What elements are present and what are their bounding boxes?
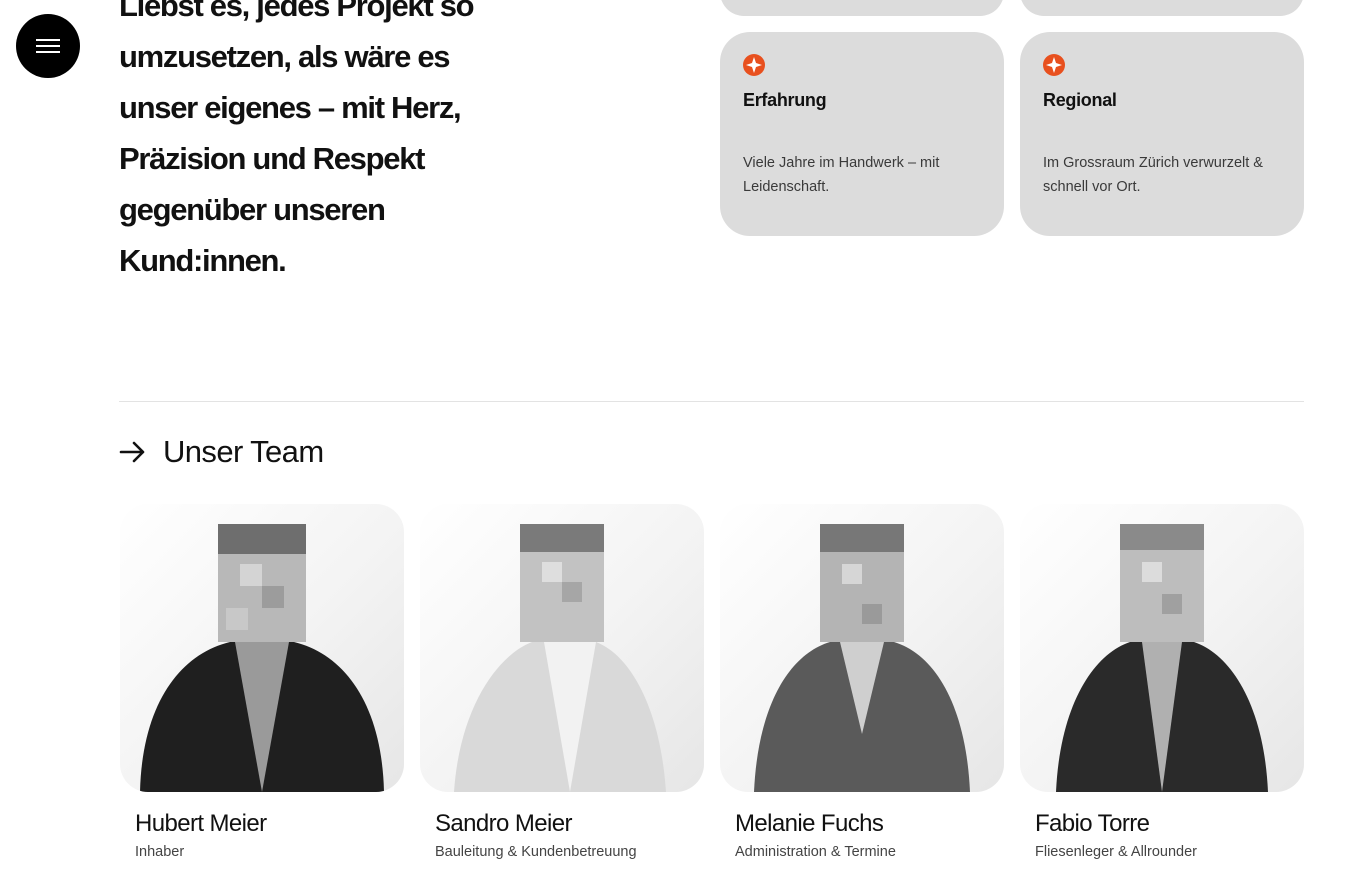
team-heading-text: Unser Team <box>163 434 324 469</box>
feature-card-erfahrung: Erfahrung Viele Jahre im Handwerk – mit … <box>720 32 1004 236</box>
intro-line: gegenüber unseren <box>119 192 386 227</box>
intro-statement: Liebst es, jedes Projekt so umzusetzen, … <box>119 0 539 286</box>
team-member-role: Bauleitung & Kundenbetreuung <box>435 844 637 860</box>
intro-line: unser eigenes – mit Herz, <box>119 90 462 125</box>
team-member-card[interactable]: Fabio Torre Fliesenleger & Allrounder <box>1020 504 1304 860</box>
feature-card-partial <box>720 0 1004 16</box>
team-member-role: Administration & Termine <box>735 844 896 860</box>
arrow-right-icon <box>119 441 145 463</box>
feature-title: Erfahrung <box>743 90 827 110</box>
feature-description: Viele Jahre im Handwerk – mit Leidenscha… <box>743 155 940 195</box>
team-member-role: Inhaber <box>135 844 185 860</box>
section-divider <box>119 401 1304 402</box>
team-member-name: Hubert Meier <box>135 810 267 837</box>
portrait-placeholder <box>1056 524 1268 792</box>
team-member-card[interactable]: Melanie Fuchs Administration & Termine <box>720 504 1004 860</box>
compass-star-icon <box>743 54 765 76</box>
team-member-role: Fliesenleger & Allrounder <box>1035 844 1198 860</box>
team-member-card[interactable]: Sandro Meier Bauleitung & Kundenbetreuun… <box>420 504 704 860</box>
intro-line: Kund:innen. <box>119 243 287 278</box>
compass-star-icon <box>1043 54 1065 76</box>
portrait-placeholder <box>454 524 666 792</box>
feature-card-regional: Regional Im Grossraum Zürich verwurzelt … <box>1020 32 1304 236</box>
hamburger-menu-icon <box>36 39 60 53</box>
team-member-photo <box>120 504 404 792</box>
team-member-name: Sandro Meier <box>435 810 572 837</box>
menu-button[interactable] <box>16 14 80 78</box>
team-member-name: Fabio Torre <box>1035 810 1150 837</box>
intro-line: Präzision und Respekt <box>119 141 425 176</box>
team-member-name: Melanie Fuchs <box>735 810 884 837</box>
intro-line: umzusetzen, als wäre es <box>119 39 451 74</box>
feature-card-partial <box>1020 0 1304 16</box>
team-member-photo <box>720 504 1004 792</box>
team-section-heading: Unser Team <box>119 434 324 470</box>
team-member-card[interactable]: Hubert Meier Inhaber <box>120 504 404 860</box>
portrait-placeholder <box>140 524 384 792</box>
team-member-photo <box>1020 504 1304 792</box>
portrait-placeholder <box>754 524 970 792</box>
team-member-photo <box>420 504 704 792</box>
feature-description: Im Grossraum Zürich verwurzelt & schnell… <box>1043 155 1263 195</box>
feature-title: Regional <box>1043 90 1117 110</box>
intro-line: Liebst es, jedes Projekt so <box>119 0 475 23</box>
